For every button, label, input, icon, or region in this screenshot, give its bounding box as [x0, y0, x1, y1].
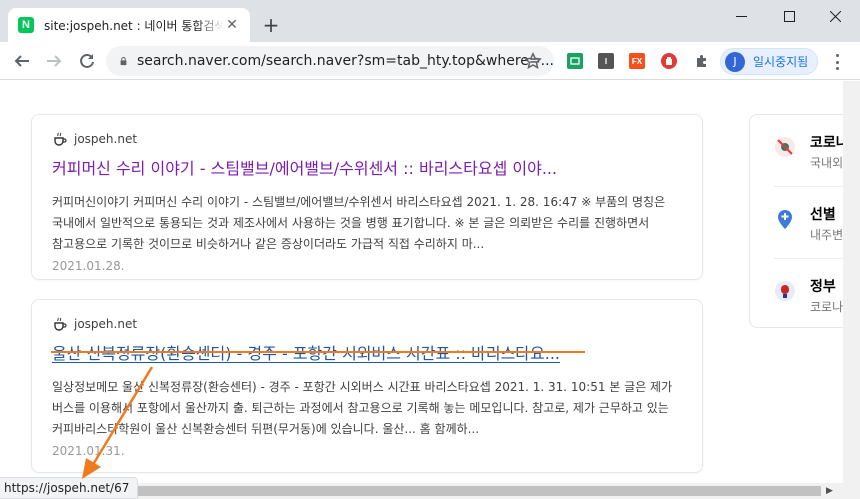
tab-title: site:jospeh.net : 네이버 통합검색: [44, 18, 224, 33]
coffee-cup-icon: [54, 317, 67, 331]
result-source[interactable]: jospeh.net: [52, 316, 682, 332]
result-source[interactable]: jospeh.net: [52, 131, 682, 147]
forward-arrow-icon: [47, 55, 62, 67]
bookmark-star-icon[interactable]: [524, 52, 542, 70]
side-item-sub: 코로나: [810, 300, 844, 314]
new-tab-button[interactable]: +: [260, 14, 282, 36]
result-date: 2021.01.31.: [52, 444, 125, 458]
result-description: 커피머신이야기 커피머신 수리 이야기 - 스팀밸브/에어밸브/수위센서 바리스…: [52, 195, 666, 251]
tab-close-icon[interactable]: ✕: [224, 17, 240, 33]
url-text: search.naver.com/search.naver?sm=tab_hty…: [137, 53, 554, 69]
tab-strip: N site:jospeh.net : 네이버 통합검색 ✕ +: [0, 0, 860, 42]
fx-icon[interactable]: FX: [629, 53, 645, 69]
search-result: jospeh.net 커피머신 수리 이야기 - 스팀밸브/에어밸브/수위센서 …: [31, 114, 703, 280]
source-name: jospeh.net: [74, 132, 138, 146]
minimize-button[interactable]: [718, 0, 764, 32]
location-plus-icon: [778, 210, 792, 229]
government-mic-icon: [775, 281, 795, 301]
virus-icon: [775, 137, 795, 157]
annotation-underline: [51, 351, 585, 353]
result-description: 일상정보메모 울산 신복정류장(환승센터) - 경주 - 포항간 시외버스 시간…: [52, 380, 673, 436]
avatar: J: [725, 51, 745, 72]
lock-icon: [120, 57, 127, 66]
close-window-button[interactable]: [812, 0, 858, 32]
side-item-title: 정부: [810, 279, 836, 295]
side-item-title: 선별: [810, 207, 836, 223]
coffee-cup-icon: [54, 132, 67, 146]
result-title-link[interactable]: 커피머신 수리 이야기 - 스팀밸브/에어밸브/수위센서 :: 바리스타요셉 이…: [52, 155, 682, 179]
instapaper-icon[interactable]: I: [598, 53, 614, 69]
extensions-puzzle-icon[interactable]: [690, 49, 714, 73]
search-result: jospeh.net 울산 신복정류장(환승센터) - 경주 - 포항간 시외버…: [31, 299, 703, 473]
reload-button[interactable]: [75, 49, 99, 73]
scroll-right-arrow-icon[interactable]: ▶: [826, 486, 833, 496]
side-item-sub: 내주변: [810, 228, 844, 242]
result-date: 2021.01.28.: [52, 259, 125, 273]
adblock-icon[interactable]: [661, 53, 677, 69]
source-name: jospeh.net: [74, 317, 138, 331]
browser-tab[interactable]: N site:jospeh.net : 네이버 통합검색 ✕: [8, 8, 250, 42]
chrome-menu-icon[interactable]: [830, 54, 844, 70]
back-button[interactable]: [10, 49, 34, 73]
naver-favicon-icon: N: [18, 17, 34, 33]
profile-button[interactable]: J 일시중지됨: [720, 48, 818, 75]
address-bar[interactable]: search.naver.com/search.naver?sm=tab_hty…: [106, 46, 554, 76]
reload-icon: [80, 53, 94, 68]
back-arrow-icon: [14, 55, 29, 67]
browser-toolbar: search.naver.com/search.naver?sm=tab_hty…: [0, 42, 860, 80]
forward-button[interactable]: [42, 49, 66, 73]
maximize-button[interactable]: [766, 0, 812, 32]
status-bar-url: https://jospeh.net/67: [0, 477, 139, 499]
profile-status: 일시중지됨: [753, 55, 809, 69]
scrollbar-thumb[interactable]: [18, 486, 821, 496]
screen-capture-icon[interactable]: [567, 53, 583, 69]
search-results-page: jospeh.net 커피머신 수리 이야기 - 스팀밸브/에어밸브/수위센서 …: [0, 81, 860, 483]
vertical-scrollbar[interactable]: [843, 81, 860, 483]
